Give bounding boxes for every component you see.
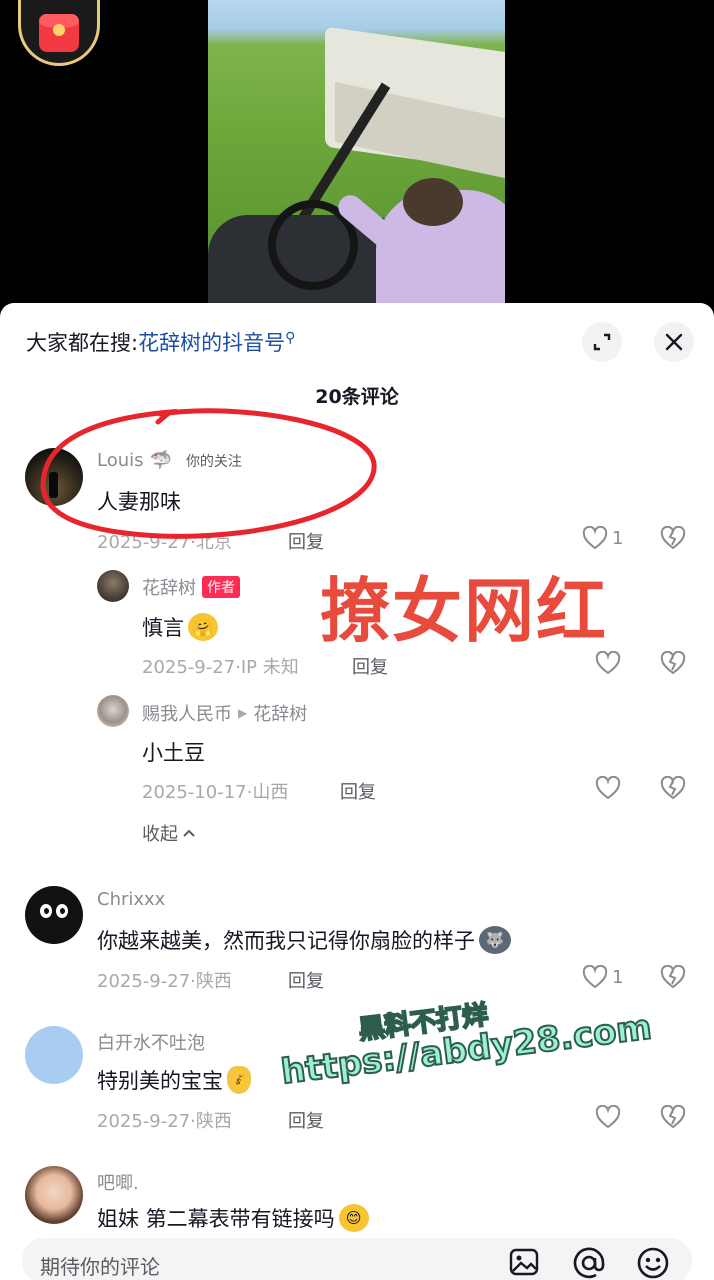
red-packet-button[interactable] xyxy=(18,0,100,66)
image-button[interactable] xyxy=(508,1246,540,1280)
comment-input[interactable]: 期待你的评论 xyxy=(22,1238,692,1280)
emoji-button[interactable] xyxy=(636,1246,670,1280)
avatar[interactable] xyxy=(97,570,129,602)
image-icon xyxy=(509,1248,539,1276)
search-icon: ⚲ xyxy=(285,330,296,346)
username[interactable]: 赐我人民币 ▶ 花辞树 xyxy=(142,700,307,726)
comment-text: 小土豆 xyxy=(142,741,205,765)
reply-button[interactable]: 回复 xyxy=(340,778,376,804)
annotation-headline: 撩女网红 xyxy=(320,570,608,652)
shark-emoji-icon: 🦈 xyxy=(149,450,172,471)
dislike-button[interactable] xyxy=(660,650,686,679)
dislike-button[interactable] xyxy=(660,775,686,804)
comment-text: 你越来越美，然而我只记得你扇脸的样子 🐺 xyxy=(97,925,511,955)
username[interactable]: Chrixxx xyxy=(97,889,165,910)
close-button[interactable] xyxy=(654,322,694,362)
broken-heart-icon xyxy=(660,650,686,675)
reply-button[interactable]: 回复 xyxy=(288,528,324,554)
broken-heart-icon xyxy=(660,1104,686,1129)
avatar[interactable] xyxy=(25,448,83,506)
hug-emoji-icon: 🤗 xyxy=(188,613,218,641)
heart-icon xyxy=(595,776,621,800)
comment-text: 人妻那味 xyxy=(97,490,181,514)
comment-meta: 2025-9-27·陕西 xyxy=(97,971,232,992)
chevron-up-icon xyxy=(183,829,195,837)
emoji-icon xyxy=(637,1247,669,1279)
avatar[interactable] xyxy=(25,1026,83,1084)
broken-heart-icon xyxy=(660,525,686,550)
reply-button[interactable]: 回复 xyxy=(288,1107,324,1133)
search-keyword-link[interactable]: 花辞树的抖音号 xyxy=(138,331,285,355)
reply-arrow-icon: ▶ xyxy=(238,706,248,720)
comment-meta: 2025-9-27·陕西 xyxy=(97,1111,232,1132)
video-area[interactable] xyxy=(0,0,714,320)
dislike-button[interactable] xyxy=(660,964,686,993)
like-count: 1 xyxy=(612,966,624,988)
broken-heart-icon xyxy=(660,775,686,800)
like-button[interactable]: 1 xyxy=(582,965,623,989)
heart-icon xyxy=(582,526,608,550)
reply-button[interactable]: 回复 xyxy=(352,653,388,679)
comment-text: 姐妹 第二幕表带有链接吗 😊 xyxy=(97,1203,369,1233)
collapse-replies-button[interactable]: 收起 xyxy=(142,820,196,846)
like-button[interactable] xyxy=(595,1105,621,1129)
avatar[interactable] xyxy=(25,886,83,944)
close-icon xyxy=(665,333,683,351)
like-button[interactable] xyxy=(595,776,621,800)
username[interactable]: 白开水不吐泡 xyxy=(97,1029,205,1055)
comment-text: 特别美的宝宝 💰 xyxy=(97,1065,251,1095)
red-packet-icon xyxy=(39,13,79,52)
author-badge: 作者 xyxy=(202,576,240,598)
video-frame[interactable] xyxy=(208,0,505,320)
husky-emoji-icon: 🐺 xyxy=(479,926,511,954)
comment-text: 慎言 🤗 xyxy=(142,612,218,642)
search-prefix: 大家都在搜: xyxy=(26,331,139,355)
dislike-button[interactable] xyxy=(660,525,686,554)
like-count: 1 xyxy=(612,527,624,549)
avatar[interactable] xyxy=(25,1166,83,1224)
comment-input-bar: 期待你的评论 xyxy=(0,1234,714,1280)
heart-icon xyxy=(595,1105,621,1129)
username[interactable]: 花辞树 作者 xyxy=(142,574,240,600)
comment-meta: 2025-9-27·IP 未知 xyxy=(142,657,299,678)
mention-button[interactable] xyxy=(572,1246,606,1280)
reply-to-user[interactable]: 花辞树 xyxy=(253,700,307,726)
comment-count: 20条评论 xyxy=(315,386,399,408)
comment-meta: 2025-9-27·北京 xyxy=(97,532,232,553)
at-icon xyxy=(573,1247,605,1279)
comment-meta: 2025-10-17·山西 xyxy=(142,782,289,803)
expand-icon xyxy=(593,333,611,351)
avatar[interactable] xyxy=(97,695,129,727)
follow-tag: 你的关注 xyxy=(185,453,242,470)
username[interactable]: 吧唧. xyxy=(97,1169,139,1195)
heart-icon xyxy=(582,965,608,989)
expand-button[interactable] xyxy=(582,322,622,362)
reply-button[interactable]: 回复 xyxy=(288,967,324,993)
like-button[interactable]: 1 xyxy=(582,526,623,550)
dislike-button[interactable] xyxy=(660,1104,686,1133)
money-bag-emoji-icon: 💰 xyxy=(227,1066,251,1094)
search-suggestion[interactable]: 大家都在搜:花辞树的抖音号⚲ xyxy=(26,327,295,357)
smile-emoji-icon: 😊 xyxy=(338,1204,369,1232)
username[interactable]: Louis 🦈 你的关注 xyxy=(97,450,242,471)
comment-input-placeholder: 期待你的评论 xyxy=(40,1255,160,1279)
broken-heart-icon xyxy=(660,964,686,989)
